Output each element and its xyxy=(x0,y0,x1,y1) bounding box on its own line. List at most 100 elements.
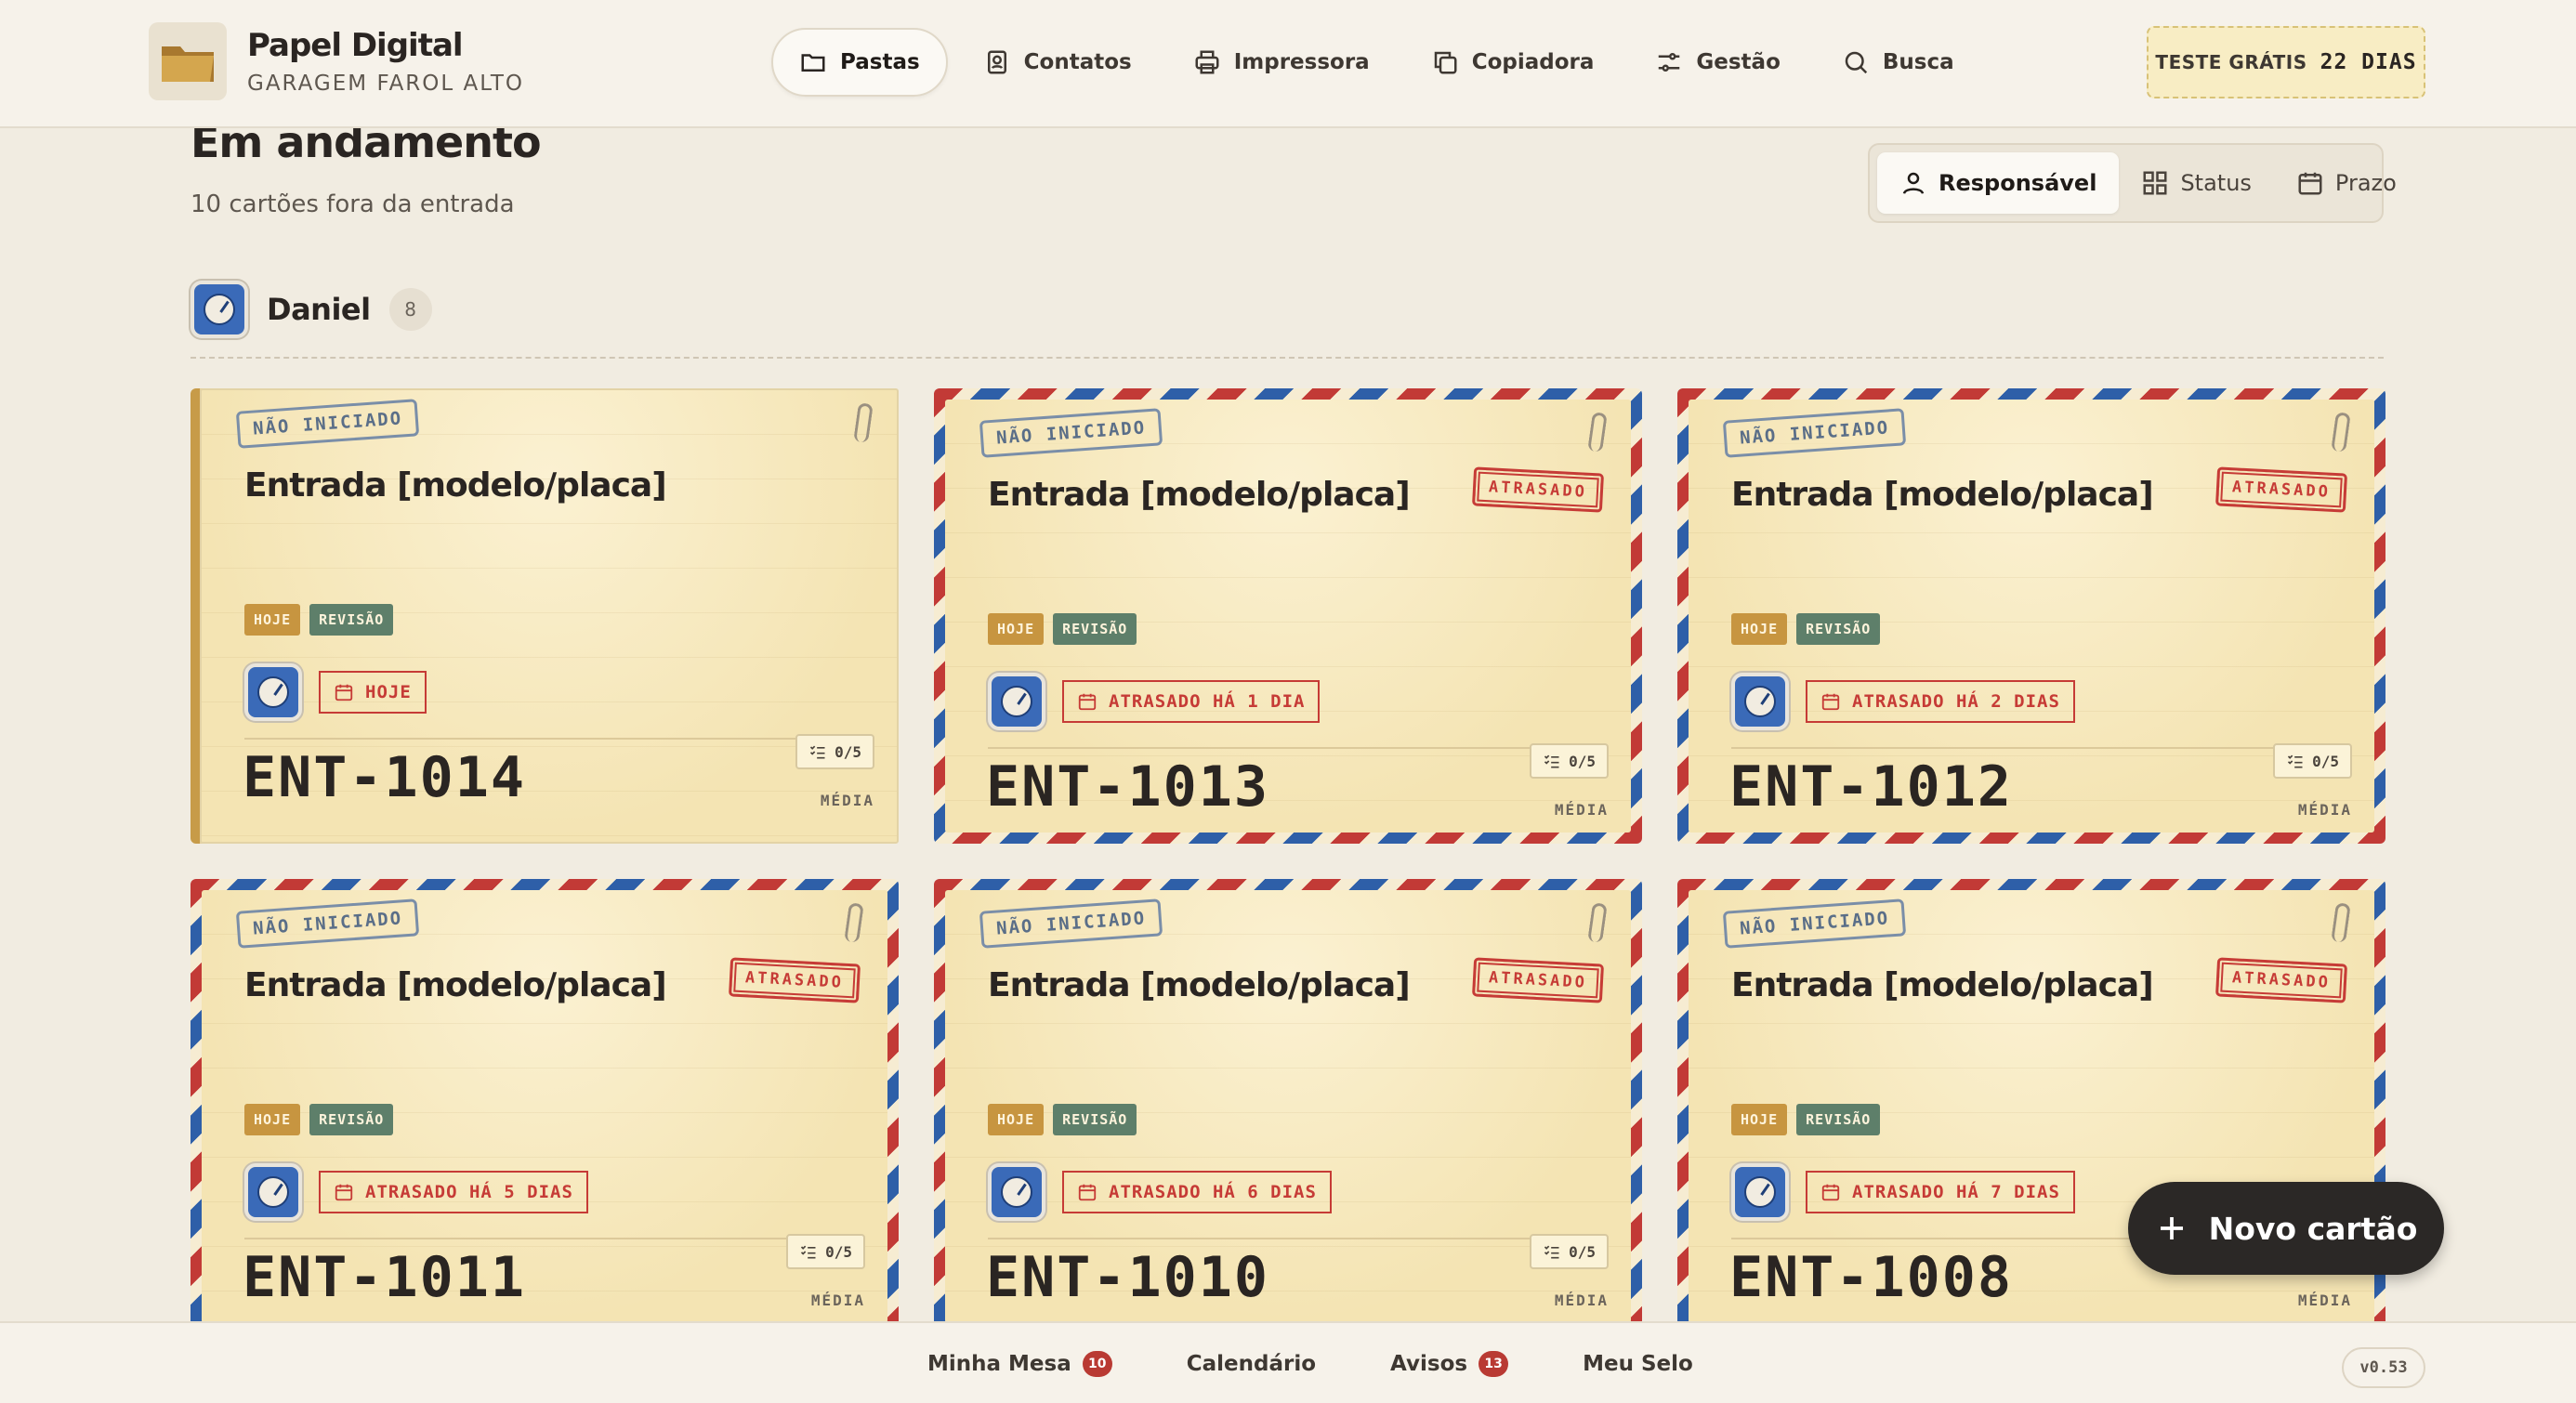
task-card[interactable]: NÃO INICIADO ATRASADO Entrada [modelo/plac… xyxy=(934,388,1642,844)
avatar[interactable] xyxy=(244,1163,302,1221)
group-by-label: Status xyxy=(2180,170,2252,196)
late-stamp: ATRASADO xyxy=(2215,957,2348,1003)
bottom-item-calendario[interactable]: Calendário xyxy=(1187,1352,1316,1376)
trial-badge[interactable]: TESTE GRÁTIS 22 DIAS xyxy=(2147,26,2425,98)
avatar[interactable] xyxy=(244,663,302,721)
printer-icon xyxy=(1195,50,1219,74)
checklist-count: 0/5 xyxy=(835,742,861,761)
priority-label: MÉDIA xyxy=(1554,1292,1609,1309)
folder-logo-icon xyxy=(149,22,227,100)
bottom-item-meu-selo[interactable]: Meu Selo xyxy=(1583,1352,1693,1376)
nav-item-copiadora[interactable]: Copiadora xyxy=(1405,28,1621,97)
card-meta: HOJE xyxy=(244,663,427,721)
priority-label: MÉDIA xyxy=(1554,801,1609,819)
bottom-label: Avisos xyxy=(1390,1352,1468,1376)
card-divider xyxy=(244,1238,847,1239)
user-icon xyxy=(1902,172,1925,194)
bottom-label: Meu Selo xyxy=(1583,1352,1693,1376)
card-divider xyxy=(988,1238,1590,1239)
bottom-item-minha-mesa[interactable]: Minha Mesa 10 xyxy=(927,1351,1112,1377)
group-name: Daniel xyxy=(267,292,371,327)
due-date: HOJE xyxy=(319,671,427,714)
card-code: ENT-1013 xyxy=(986,754,1269,820)
checklist-badge[interactable]: 0/5 xyxy=(2273,743,2352,779)
card-paper: NÃO INICIADO ATRASADO Entrada [modelo/plac… xyxy=(202,890,887,1323)
tag-today: HOJE xyxy=(1731,1104,1788,1135)
compass-icon xyxy=(1001,1176,1032,1208)
bottom-nav: Minha Mesa 10 Calendário Avisos 13 Meu S… xyxy=(927,1323,1768,1403)
nav-item-pastas[interactable]: Pastas xyxy=(771,28,948,97)
group-header[interactable]: Daniel 8 xyxy=(191,281,432,338)
calendar-icon xyxy=(1821,693,1840,711)
late-stamp: ATRASADO xyxy=(2215,466,2348,513)
checklist-icon xyxy=(1544,1245,1559,1259)
bottom-label: Minha Mesa xyxy=(927,1352,1071,1376)
nav-label: Copiadora xyxy=(1471,50,1595,74)
compass-icon xyxy=(204,294,235,325)
tag-review: REVISÃO xyxy=(1053,1104,1137,1135)
due-date: ATRASADO HÁ 5 DIAS xyxy=(319,1171,588,1213)
due-date: ATRASADO HÁ 6 DIAS xyxy=(1062,1171,1332,1213)
avatar[interactable] xyxy=(1731,673,1789,730)
bottom-item-avisos[interactable]: Avisos 13 xyxy=(1390,1351,1509,1377)
task-card[interactable]: NÃO INICIADO Entrada [modelo/placa] HOJE RE… xyxy=(191,388,899,844)
group-by-status[interactable]: Status xyxy=(2119,152,2273,214)
nav-item-busca[interactable]: Busca xyxy=(1816,28,1980,97)
group-by-responsavel[interactable]: Responsável xyxy=(1877,152,2120,214)
card-title: Entrada [modelo/placa] xyxy=(988,476,1411,514)
task-card[interactable]: NÃO INICIADO ATRASADO Entrada [modelo/plac… xyxy=(1677,388,2385,844)
nav-item-gestao[interactable]: Gestão xyxy=(1629,28,1806,97)
trial-days: 22 DIAS xyxy=(2320,50,2417,74)
grid-icon xyxy=(2143,171,2167,195)
nav-label: Busca xyxy=(1882,50,1954,74)
checklist-badge[interactable]: 0/5 xyxy=(1530,1234,1609,1269)
copy-icon xyxy=(1434,51,1457,74)
brand-subtitle: GARAGEM FAROL ALTO xyxy=(247,72,525,96)
checklist-count: 0/5 xyxy=(825,1242,852,1261)
checklist-badge[interactable]: 0/5 xyxy=(786,1234,865,1269)
checklist-badge[interactable]: 0/5 xyxy=(795,734,874,769)
main-nav: Pastas Contatos Impressora Copiadora Ges… xyxy=(771,28,1990,97)
tag-review: REVISÃO xyxy=(1796,613,1881,645)
late-stamp: ATRASADO xyxy=(1472,957,1605,1003)
calendar-icon xyxy=(1078,1184,1097,1201)
bottom-label: Calendário xyxy=(1186,1352,1317,1376)
bottom-nav-bar: Minha Mesa 10 Calendário Avisos 13 Meu S… xyxy=(0,1321,2576,1403)
avatar[interactable] xyxy=(1731,1163,1789,1221)
calendar-icon xyxy=(2298,172,2322,195)
card-tags: HOJE REVISÃO xyxy=(988,1104,1146,1135)
avatar xyxy=(191,281,248,338)
card-tags: HOJE REVISÃO xyxy=(244,604,402,636)
nav-item-impressora[interactable]: Impressora xyxy=(1167,28,1396,97)
card-code: ENT-1014 xyxy=(243,745,526,810)
nav-label: Gestão xyxy=(1696,50,1781,74)
checklist-count: 0/5 xyxy=(1569,1242,1596,1261)
card-title: Entrada [modelo/placa] xyxy=(244,466,667,505)
card-tags: HOJE REVISÃO xyxy=(988,613,1146,645)
task-card[interactable]: NÃO INICIADO ATRASADO Entrada [modelo/plac… xyxy=(934,879,1642,1334)
group-by-prazo[interactable]: Prazo xyxy=(2274,152,2419,214)
search-icon xyxy=(1845,51,1868,74)
nav-label: Contatos xyxy=(1023,50,1132,74)
checklist-badge[interactable]: 0/5 xyxy=(1530,743,1609,779)
due-label: ATRASADO HÁ 1 DIA xyxy=(1109,691,1306,712)
card-paper: NÃO INICIADO ATRASADO Entrada [modelo/plac… xyxy=(1689,400,2374,833)
card-meta: ATRASADO HÁ 2 DIAS xyxy=(1731,673,2075,730)
card-divider xyxy=(244,738,856,740)
card-tags: HOJE REVISÃO xyxy=(1731,613,1889,645)
brand[interactable]: Papel Digital GARAGEM FAROL ALTO xyxy=(149,22,524,100)
calendar-icon xyxy=(1078,693,1097,711)
due-label: ATRASADO HÁ 5 DIAS xyxy=(365,1182,573,1202)
new-card-button[interactable]: Novo cartão xyxy=(2128,1182,2444,1275)
version-badge: v0.53 xyxy=(2342,1347,2425,1388)
compass-icon xyxy=(1001,686,1032,717)
avatar[interactable] xyxy=(988,1163,1045,1221)
nav-item-contatos[interactable]: Contatos xyxy=(957,28,1158,97)
card-meta: ATRASADO HÁ 6 DIAS xyxy=(988,1163,1332,1221)
group-count: 8 xyxy=(388,288,432,331)
sliders-icon xyxy=(1659,53,1680,72)
avatar[interactable] xyxy=(988,673,1045,730)
task-card[interactable]: NÃO INICIADO ATRASADO Entrada [modelo/plac… xyxy=(191,879,899,1334)
tag-today: HOJE xyxy=(1731,613,1788,645)
card-code: ENT-1011 xyxy=(243,1245,526,1310)
